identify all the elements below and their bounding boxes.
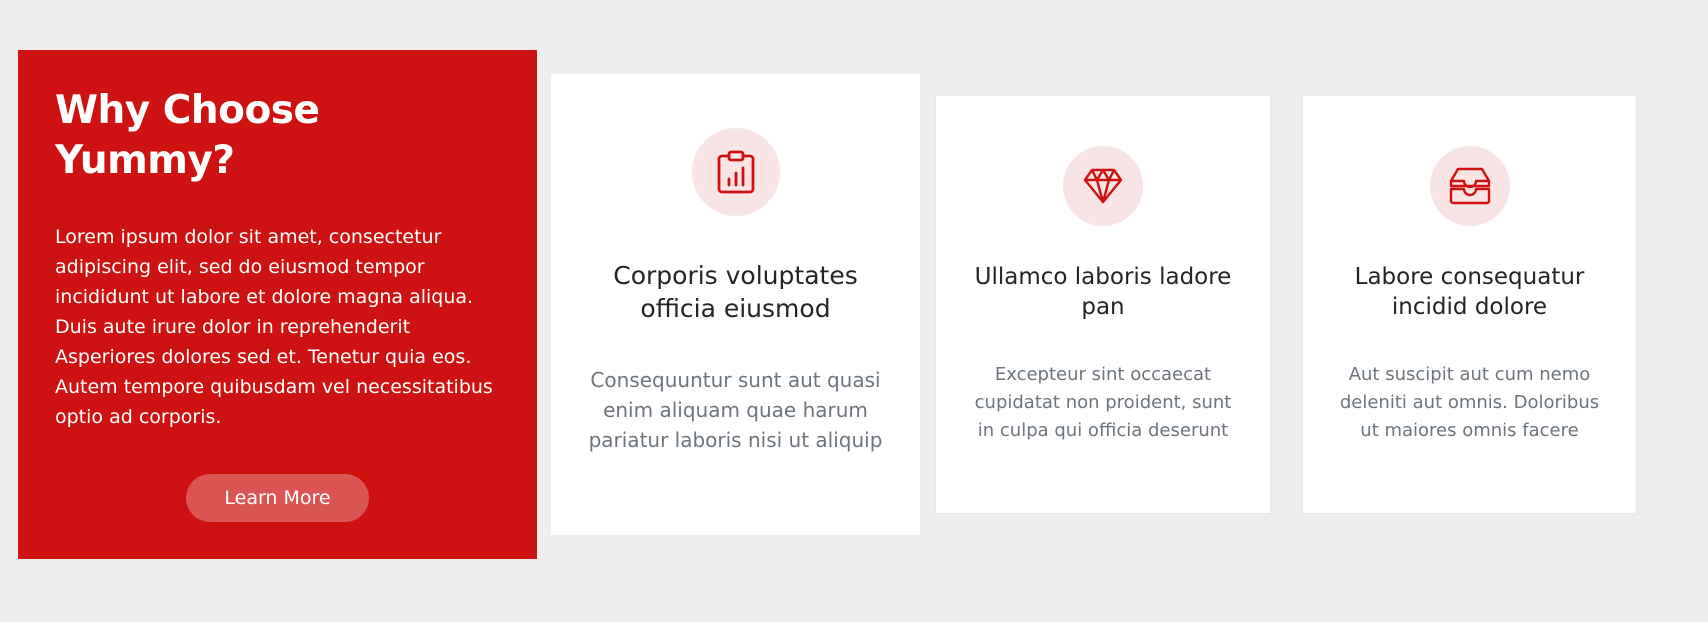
card-title: Labore consequatur incidid dolore <box>1354 264 1585 320</box>
gem-icon <box>1063 146 1143 226</box>
learn-more-button[interactable]: Learn More <box>186 474 369 522</box>
why-text: Lorem ipsum dolor sit amet, consectetur … <box>55 226 493 428</box>
inboxes-icon <box>1429 146 1510 226</box>
feature-card-3: Labore consequatur incidid dolore Aut su… <box>1302 95 1637 514</box>
why-title: Why Choose Yummy? <box>55 88 320 183</box>
card-title: Ullamco laboris ladore pan <box>974 264 1232 320</box>
why-choose-box: Why Choose Yummy? Lorem ipsum dolor sit … <box>18 50 537 559</box>
card-description: Consequuntur sunt aut quasi enim aliquam… <box>588 368 883 452</box>
feature-card-2: Ullamco laboris ladore pan Excepteur sin… <box>935 95 1271 514</box>
card-title: Corporis voluptates officia eiusmod <box>613 261 858 323</box>
card-description: Excepteur sint occaecat cupidatat non pr… <box>974 364 1232 441</box>
card-description: Aut suscipit aut cum nemo deleniti aut o… <box>1339 364 1600 441</box>
feature-card-1: Corporis voluptates officia eiusmod Cons… <box>551 74 920 535</box>
clipboard-data-icon <box>691 128 780 216</box>
